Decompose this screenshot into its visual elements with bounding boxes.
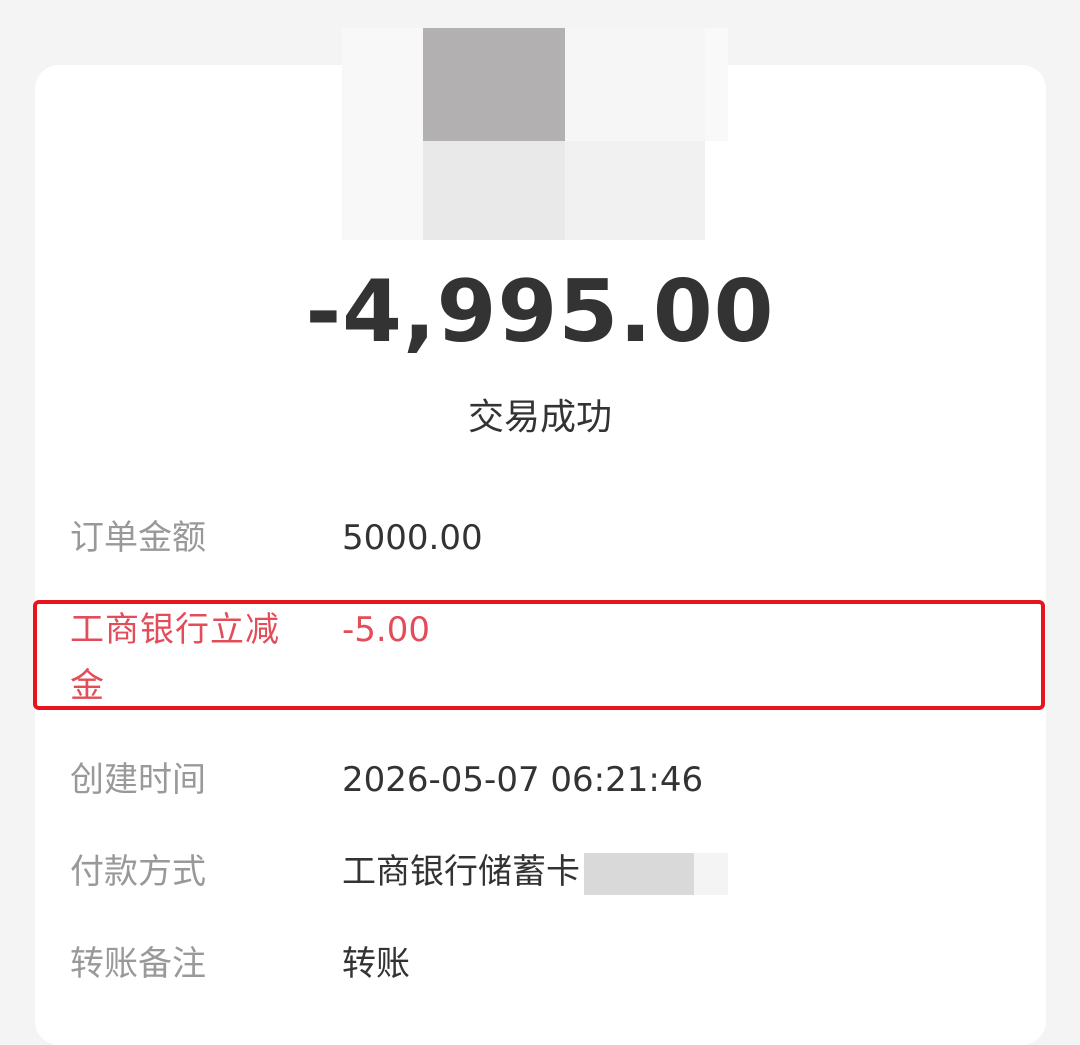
remark-value: 转账 [342, 944, 410, 984]
transaction-amount: -4,995.00 [305, 262, 775, 362]
payment-method-value: 工商银行储蓄卡 [342, 852, 580, 892]
avatar-tile [342, 28, 423, 240]
discount-label: 工商银行立减金 [70, 610, 280, 706]
order-amount-label: 订单金额 [70, 518, 206, 558]
avatar-tile [423, 28, 565, 141]
order-amount-value: 5000.00 [342, 518, 483, 558]
payment-method-value-container: 工商银行储蓄卡 [342, 844, 728, 900]
avatar-tile [423, 141, 565, 240]
redacted-card-number [584, 852, 694, 895]
payment-method-label: 付款方式 [70, 852, 206, 892]
avatar-tile [565, 141, 705, 240]
avatar-tile [565, 28, 705, 141]
remark-label: 转账备注 [70, 944, 206, 984]
avatar-tile [705, 28, 728, 141]
created-time-value: 2026-05-07 06:21:46 [342, 760, 704, 800]
discount-value: -5.00 [342, 610, 430, 650]
avatar [342, 28, 728, 240]
redacted-card-number-edge [694, 852, 728, 895]
created-time-label: 创建时间 [70, 760, 206, 800]
transaction-status: 交易成功 [467, 397, 612, 438]
